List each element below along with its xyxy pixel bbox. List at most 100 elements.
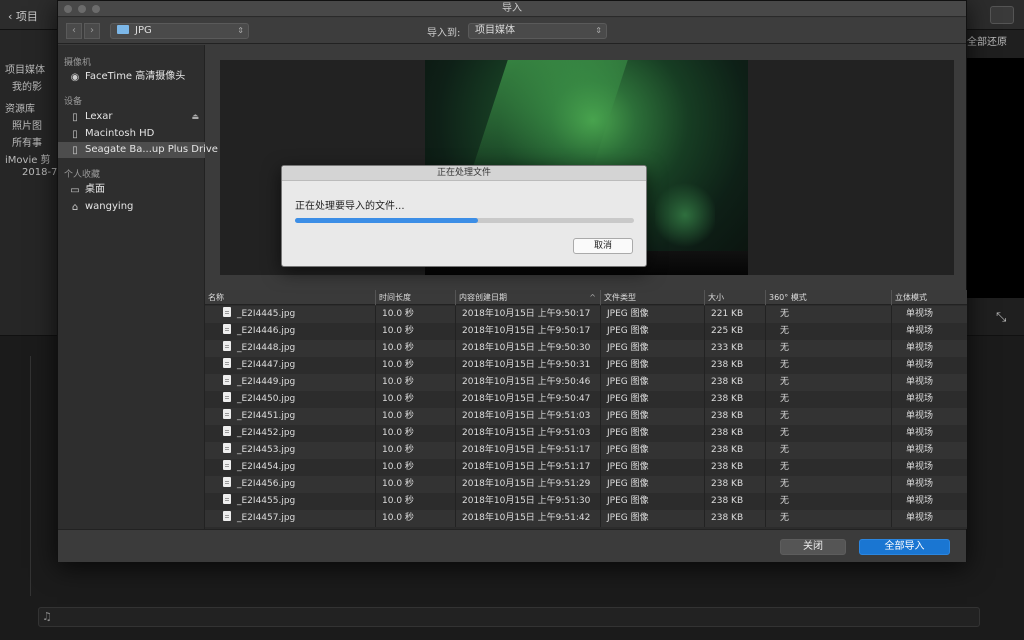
cell-date-text: 2018年10月15日 上午9:51:17 [462, 462, 591, 472]
column-header-size[interactable]: 大小 [704, 290, 765, 305]
cell-mode360-text: 无 [780, 513, 790, 523]
sidebar-item-seagate[interactable]: ▯ Seagate Ba...up Plus Drive [58, 142, 218, 158]
table-row[interactable]: _E2I4452.jpg 10.0 秒 2018年10月15日 上午9:51:03 J… [205, 425, 967, 442]
music-track[interactable]: ♫ [38, 607, 980, 627]
sidebar-item-home[interactable]: ⌂ wangying [58, 199, 205, 215]
import-toolbar: ‹ › JPG ⇕ 导入到: 项目媒体 ⇕ [58, 18, 966, 44]
cell-size-text: 238 KB [711, 394, 744, 404]
table-row[interactable]: _E2I4453.jpg 10.0 秒 2018年10月15日 上午9:51:17 J… [205, 442, 967, 459]
cell-duration-text: 10.0 秒 [382, 445, 414, 455]
cell-type-text: JPEG 图像 [607, 479, 649, 489]
folder-popup-label: JPG [135, 25, 152, 36]
cell-size: 238 KB [704, 391, 765, 408]
close-window-icon[interactable] [64, 5, 72, 13]
cell-stereo: 单视场 [891, 374, 967, 391]
back-label: 项目 [15, 10, 38, 23]
close-button[interactable]: 关闭 [780, 539, 846, 555]
cell-stereo: 单视场 [891, 323, 967, 340]
table-row[interactable]: _E2I4457.jpg 10.0 秒 2018年10月15日 上午9:51:42 J… [205, 510, 967, 527]
table-row[interactable]: _E2I4449.jpg 10.0 秒 2018年10月15日 上午9:50:46 J… [205, 374, 967, 391]
cell-size-text: 238 KB [711, 462, 744, 472]
library-label-6[interactable]: 2018-7- [22, 167, 61, 178]
folder-popup[interactable]: JPG ⇕ [110, 23, 249, 39]
cell-date: 2018年10月15日 上午9:51:30 [455, 493, 600, 510]
cell-name-text: _E2I4451.jpg [237, 411, 296, 421]
forward-arrow-icon[interactable]: › [84, 23, 100, 39]
cell-stereo: 单视场 [891, 476, 967, 493]
file-table: 名称 时间长度 内容创建日期 ^ 文件类型 大小 360° 模式 立体模式 _E… [205, 290, 967, 529]
column-header-date[interactable]: 内容创建日期 ^ [455, 290, 600, 305]
table-row[interactable]: _E2I4446.jpg 10.0 秒 2018年10月15日 上午9:50:17 J… [205, 323, 967, 340]
cell-size-text: 233 KB [711, 343, 744, 353]
cell-date-text: 2018年10月15日 上午9:51:42 [462, 513, 591, 523]
cell-duration: 10.0 秒 [375, 493, 455, 510]
sidebar-item-facetime[interactable]: ◉ FaceTime 高清摄像头 [58, 69, 205, 85]
cell-type: JPEG 图像 [600, 408, 704, 425]
cell-stereo-text: 单视场 [906, 343, 934, 353]
fullscreen-icon[interactable]: ⤡ [996, 310, 1006, 325]
table-row[interactable]: _E2I4451.jpg 10.0 秒 2018年10月15日 上午9:51:03 J… [205, 408, 967, 425]
cell-type: JPEG 图像 [600, 323, 704, 340]
cell-type: JPEG 图像 [600, 357, 704, 374]
table-row[interactable]: _E2I4447.jpg 10.0 秒 2018年10月15日 上午9:50:31 J… [205, 357, 967, 374]
cell-mode360: 无 [765, 391, 891, 408]
column-header-name[interactable]: 名称 [205, 290, 375, 305]
cell-duration: 10.0 秒 [375, 442, 455, 459]
sidebar-item-macintosh-hd[interactable]: ▯ Macintosh HD [58, 126, 205, 142]
library-label-4[interactable]: 所有事 [12, 134, 42, 149]
cell-size-text: 238 KB [711, 360, 744, 370]
cell-size-text: 238 KB [711, 445, 744, 455]
cell-type-text: JPEG 图像 [607, 343, 649, 353]
cell-name-text: _E2I4446.jpg [237, 326, 296, 336]
sidebar-item-label: Macintosh HD [85, 128, 155, 139]
sidebar-item-desktop[interactable]: ▭ 桌面 [58, 182, 205, 198]
cell-name: _E2I4450.jpg [205, 391, 375, 408]
cell-name-text: _E2I4453.jpg [237, 445, 296, 455]
table-row[interactable]: _E2I4454.jpg 10.0 秒 2018年10月15日 上午9:51:17 J… [205, 459, 967, 476]
cell-date-text: 2018年10月15日 上午9:50:31 [462, 360, 591, 370]
sidebar-item-lexar[interactable]: ▯ Lexar ⏏ [58, 109, 205, 125]
cell-type-text: JPEG 图像 [607, 496, 649, 506]
import-to-label: 导入到: [427, 28, 461, 39]
cell-duration-text: 10.0 秒 [382, 326, 414, 336]
file-icon [223, 477, 231, 487]
table-row[interactable]: _E2I4445.jpg 10.0 秒 2018年10月15日 上午9:50:17 J… [205, 306, 967, 323]
cell-mode360-text: 无 [780, 394, 790, 404]
column-header-stereo[interactable]: 立体模式 [891, 290, 967, 305]
cancel-button[interactable]: 取消 [573, 238, 633, 254]
cell-stereo: 单视场 [891, 493, 967, 510]
table-row[interactable]: _E2I4450.jpg 10.0 秒 2018年10月15日 上午9:50:47 J… [205, 391, 967, 408]
cell-type-text: JPEG 图像 [607, 428, 649, 438]
eject-icon[interactable]: ⏏ [191, 109, 199, 125]
library-label-5[interactable]: iMovie 剪 [5, 151, 51, 166]
cell-stereo-text: 单视场 [906, 377, 934, 387]
cell-date-text: 2018年10月15日 上午9:50:17 [462, 309, 591, 319]
zoom-window-icon[interactable] [92, 5, 100, 13]
cell-name-text: _E2I4447.jpg [237, 360, 296, 370]
cell-date: 2018年10月15日 上午9:50:17 [455, 323, 600, 340]
restore-all-button[interactable]: 全部还原 [967, 33, 1007, 48]
share-button[interactable] [990, 6, 1014, 24]
cell-type: JPEG 图像 [600, 459, 704, 476]
table-row[interactable]: _E2I4456.jpg 10.0 秒 2018年10月15日 上午9:51:29 J… [205, 476, 967, 493]
cell-mode360: 无 [765, 357, 891, 374]
column-header-type[interactable]: 文件类型 [600, 290, 704, 305]
cell-stereo: 单视场 [891, 391, 967, 408]
library-label-1[interactable]: 我的影 [12, 78, 42, 93]
import-all-button[interactable]: 全部导入 [859, 539, 950, 555]
imovie-library-sidebar: 项目媒体 我的影 资源库 照片图 所有事 iMovie 剪 2018-7- [0, 30, 61, 335]
viewer [967, 58, 1024, 298]
cell-date-text: 2018年10月15日 上午9:50:30 [462, 343, 591, 353]
library-label-3[interactable]: 照片图 [12, 117, 42, 132]
minimize-window-icon[interactable] [78, 5, 86, 13]
cell-name: _E2I4445.jpg [205, 306, 375, 323]
import-to-popup[interactable]: 项目媒体 ⇕ [468, 23, 607, 39]
column-header-360[interactable]: 360° 模式 [765, 290, 891, 305]
column-header-duration[interactable]: 时间长度 [375, 290, 455, 305]
table-row[interactable]: _E2I4448.jpg 10.0 秒 2018年10月15日 上午9:50:30 J… [205, 340, 967, 357]
back-to-projects-button[interactable]: ‹ 项目 [8, 8, 38, 24]
back-arrow-icon[interactable]: ‹ [66, 23, 82, 39]
cell-duration-text: 10.0 秒 [382, 377, 414, 387]
cell-name-text: _E2I4452.jpg [237, 428, 296, 438]
table-row[interactable]: _E2I4455.jpg 10.0 秒 2018年10月15日 上午9:51:30 J… [205, 493, 967, 510]
